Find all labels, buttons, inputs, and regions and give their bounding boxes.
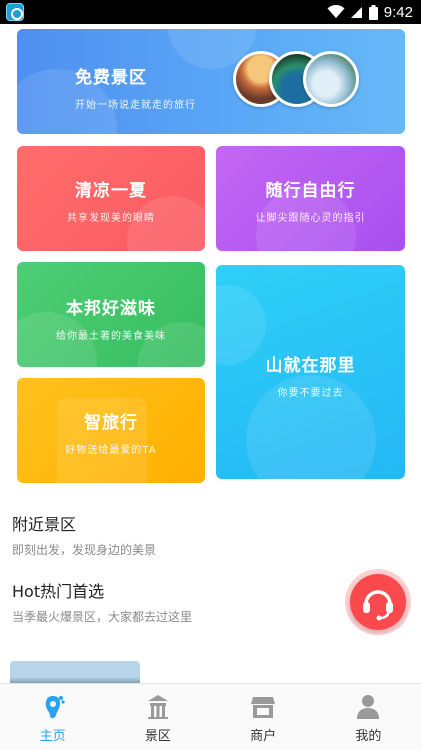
app-notification-icon bbox=[6, 3, 24, 21]
tab-label: 主页 bbox=[39, 729, 66, 744]
cool-summer-text: 清凉一夏 共享发现美的眼睛 bbox=[17, 176, 205, 224]
card-title: 清凉一夏 bbox=[75, 181, 147, 201]
footprint-icon bbox=[45, 696, 65, 719]
card-subtitle: 好物送给最爱的TA bbox=[65, 445, 157, 456]
free-scenic-text: 免费景区 开始一场说走就走的旅行 bbox=[75, 63, 196, 111]
tab-scenic[interactable]: 景区 bbox=[105, 684, 210, 750]
card-subtitle: 共享发现美的眼睛 bbox=[67, 213, 155, 224]
free-travel-text: 随行自由行 让脚尖跟随心灵的指引 bbox=[216, 176, 405, 224]
store-icon bbox=[251, 697, 276, 718]
nearby-section[interactable]: 附近景区 即刻出发，发现身边的美景 bbox=[12, 511, 156, 558]
local-food-card[interactable]: 本邦好滋味 给你最土著的美食美味 bbox=[17, 262, 205, 367]
battery-icon bbox=[368, 4, 378, 20]
headset-icon bbox=[363, 590, 393, 621]
gate-icon bbox=[147, 695, 168, 719]
status-time: 9:42 bbox=[383, 3, 413, 21]
tab-label: 景区 bbox=[144, 729, 171, 744]
card-subtitle: 开始一场说走就走的旅行 bbox=[75, 100, 196, 111]
tab-label: 我的 bbox=[355, 729, 382, 744]
mountain-card[interactable]: 山就在那里 你要不要过去 bbox=[216, 265, 405, 479]
section-desc: 当季最火爆景区，大家都去过这里 bbox=[12, 610, 193, 624]
person-icon bbox=[357, 695, 380, 719]
status-bar-right: R 9:42 bbox=[327, 2, 413, 22]
mountain-text: 山就在那里 你要不要过去 bbox=[216, 351, 405, 399]
card-subtitle: 给你最土著的美食美味 bbox=[56, 331, 166, 342]
section-desc: 即刻出发，发现身边的美景 bbox=[12, 543, 157, 557]
section-title: 附近景区 bbox=[12, 515, 77, 534]
card-title: 免费景区 bbox=[75, 68, 147, 88]
smart-travel-text: 智旅行 好物送给最爱的TA bbox=[17, 408, 205, 456]
card-title: 山就在那里 bbox=[265, 356, 356, 376]
local-food-text: 本邦好滋味 给你最土著的美食美味 bbox=[17, 294, 205, 342]
scenic-photo-stack bbox=[233, 51, 359, 107]
card-subtitle: 让脚尖跟随心灵的指引 bbox=[255, 213, 366, 224]
customer-service-button[interactable] bbox=[350, 574, 406, 630]
smart-travel-card[interactable]: 智旅行 好物送给最爱的TA bbox=[17, 378, 205, 483]
card-subtitle: 你要不要过去 bbox=[277, 388, 344, 399]
bottom-tab-bar: 主页 景区 商户 我的 bbox=[0, 683, 421, 750]
card-title: 智旅行 bbox=[84, 413, 138, 433]
card-title: 本邦好滋味 bbox=[66, 299, 156, 319]
card-title: 随行自由行 bbox=[265, 181, 356, 201]
cool-summer-card[interactable]: 清凉一夏 共享发现美的眼睛 bbox=[17, 146, 205, 251]
status-bar: R 9:42 bbox=[0, 0, 421, 24]
scenic-photo bbox=[303, 51, 359, 107]
svg-text:R: R bbox=[352, 10, 357, 16]
free-scenic-card[interactable]: 免费景区 开始一场说走就走的旅行 bbox=[17, 29, 405, 134]
cellular-signal-icon: R bbox=[350, 7, 362, 18]
tab-home[interactable]: 主页 bbox=[0, 684, 105, 750]
hot-section[interactable]: Hot热门首选 当季最火爆景区，大家都去过这里 bbox=[12, 578, 192, 625]
free-travel-card[interactable]: 随行自由行 让脚尖跟随心灵的指引 bbox=[216, 146, 405, 251]
tab-merchant[interactable]: 商户 bbox=[211, 684, 316, 750]
tab-mine[interactable]: 我的 bbox=[316, 684, 421, 750]
wifi-icon bbox=[327, 5, 345, 18]
tab-label: 商户 bbox=[250, 729, 277, 744]
section-title: Hot热门首选 bbox=[12, 582, 105, 601]
